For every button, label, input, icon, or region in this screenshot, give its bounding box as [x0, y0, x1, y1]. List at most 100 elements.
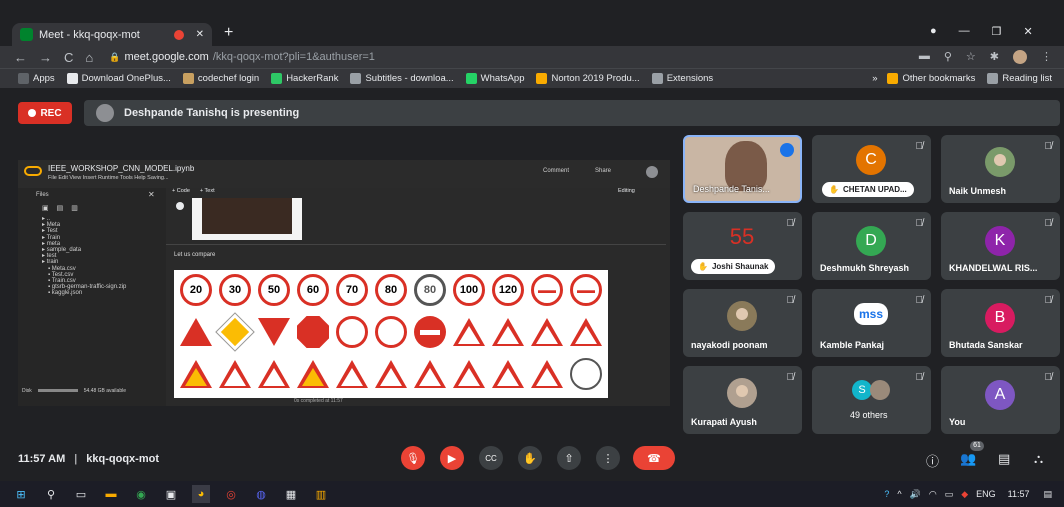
more-bookmarks-icon[interactable]: » [872, 73, 877, 84]
forward-icon[interactable]: → [39, 50, 52, 65]
bookmark-item[interactable]: Norton 2019 Produ... [536, 73, 640, 84]
meeting-time: 11:57 AM [18, 453, 66, 465]
present-button[interactable]: ⇧ [557, 446, 581, 470]
volume-icon[interactable]: 🔊 [910, 489, 921, 500]
speed-limit-sign: 80 [375, 274, 407, 306]
people-icon[interactable]: 👥 [960, 451, 976, 467]
menu-icon[interactable]: ⋮ [1041, 50, 1052, 64]
bookmark-label: Download OnePlus... [81, 73, 171, 84]
bookmarks-bar: Apps Download OnePlus... codechef login Hac… [0, 68, 1064, 88]
other-bookmarks[interactable]: Other bookmarks [887, 73, 975, 84]
notebook-menu: File Edit View Insert Runtime Tools Help… [48, 175, 169, 181]
restore-icon[interactable]: ❐ [992, 25, 1002, 38]
participant-name: You [949, 417, 966, 427]
media-player-icon[interactable]: ◎ [222, 485, 240, 503]
battery-icon[interactable]: ▭ [945, 489, 954, 500]
home-icon[interactable]: ⌂ [85, 50, 93, 65]
profile-dot-icon[interactable]: ● [930, 25, 937, 38]
bookmark-item[interactable]: Extensions [651, 73, 713, 84]
others-photo-avatar [870, 380, 890, 400]
camera-icon[interactable]: ▬ [919, 50, 930, 64]
participant-tile[interactable]: 🎙̸ mss Kamble Pankaj [812, 289, 931, 357]
discord-icon[interactable]: ◍ [252, 485, 270, 503]
markdown-text: Let us compare [174, 252, 216, 258]
participant-avatar: C [856, 145, 886, 175]
leave-call-button[interactable]: ☎ [633, 446, 675, 470]
close-tab-icon[interactable]: ✕ [196, 29, 204, 40]
participant-tile[interactable]: 🎙̸ D Deshmukh Shreyash [812, 212, 931, 280]
output-image [202, 198, 292, 234]
star-icon[interactable]: ☆ [966, 50, 976, 64]
bookmark-item[interactable]: HackerRank [271, 73, 338, 84]
chat-icon[interactable]: ▤ [998, 451, 1010, 467]
tray-expand-icon[interactable]: ^ [897, 489, 901, 499]
file-name: gtsrb-german-traffic-sign.zip [51, 284, 127, 291]
participant-tile[interactable]: 🎙̸ S 49 others [812, 366, 931, 434]
language-indicator[interactable]: ENG [976, 489, 996, 499]
participant-tile[interactable]: 🎙̸ C ✋ CHETAN UPAD... [812, 135, 931, 203]
activities-icon[interactable]: ⛬ [1034, 451, 1043, 467]
participant-logo: mss [854, 303, 888, 325]
no-trucks-sign [375, 316, 407, 348]
profile-avatar[interactable] [1013, 50, 1027, 64]
new-tab-button[interactable]: + [224, 24, 233, 42]
chrome-icon[interactable]: ◕ [192, 485, 210, 503]
store-icon[interactable]: ▣ [162, 485, 180, 503]
edge-icon[interactable]: ◉ [132, 485, 150, 503]
participant-name: 49 others [850, 410, 888, 420]
reading-list-icon [987, 73, 999, 84]
speed-limit-sign: ▬▬ [531, 274, 563, 306]
address-bar[interactable]: 🔒 meet.google.com/kkq-qoqx-mot?pli=1&aut… [109, 51, 375, 63]
participant-tile[interactable]: 🎙̸ B Bhutada Sanskar [941, 289, 1060, 357]
more-options-button[interactable]: ⋮ [596, 446, 620, 470]
info-icon[interactable]: ⓘ [926, 451, 939, 470]
participant-tile[interactable]: 🎙̸ Kurapati Ayush [683, 366, 802, 434]
file-name: meta [46, 240, 61, 247]
warning-sign [219, 358, 251, 390]
warning-sign [570, 316, 602, 348]
bookmark-item[interactable]: Apps [18, 73, 55, 84]
task-view-icon[interactable]: ▭ [72, 485, 90, 503]
camera-off-button[interactable]: ▶ [440, 446, 464, 470]
app-icon[interactable]: ▦ [282, 485, 300, 503]
bookmark-item[interactable]: codechef login [182, 73, 259, 84]
participant-tile[interactable]: Deshpande Tanis... [683, 135, 802, 203]
muted-mic-icon: 🎙̸ [1044, 141, 1053, 152]
cell-toolbar: + Code + Text [172, 188, 215, 194]
participant-tile[interactable]: 🎙̸ 55 ✋ Joshi Shaunak [683, 212, 802, 280]
browser-tab-meet[interactable]: Meet - kkq-qoqx-mot ✕ [12, 23, 212, 46]
speed-limit-sign: 50 [258, 274, 290, 306]
tray-app-icon[interactable]: ◆ [961, 489, 968, 500]
participant-tile[interactable]: 🎙̸ K KHANDELWAL RIS... [941, 212, 1060, 280]
mic-off-button[interactable]: 🎙 [401, 446, 425, 470]
participant-tile[interactable]: 🎙̸ nayakodi poonam [683, 289, 802, 357]
back-icon[interactable]: ← [14, 50, 27, 65]
notifications-icon[interactable]: ▤ [1043, 489, 1052, 500]
search-icon[interactable]: ⚲ [42, 485, 60, 503]
windows-start-icon[interactable]: ⊞ [12, 485, 30, 503]
taskbar-clock[interactable]: 11:57 [1008, 489, 1030, 499]
notes-icon[interactable]: ▥ [312, 485, 330, 503]
no-vehicles-sign [336, 316, 368, 348]
reload-icon[interactable]: C [64, 50, 73, 65]
bookmark-item[interactable]: Subtitles - downloa... [350, 73, 454, 84]
reading-list[interactable]: Reading list [987, 73, 1052, 84]
files-panel: Files ✕ ▣ ▤ ▥ ▸ .. ▸ Meta ▸ Test ▸ Train ▸ met… [18, 188, 166, 406]
zoom-icon[interactable]: ⚲ [944, 50, 952, 64]
network-icon[interactable]: ◠ [929, 489, 937, 500]
file-explorer-icon[interactable]: ▬ [102, 485, 120, 503]
participant-tile[interactable]: 🎙̸ A You [941, 366, 1060, 434]
close-window-icon[interactable]: ✕ [1024, 25, 1033, 38]
participant-tile[interactable]: 🎙̸ Naik Unmesh [941, 135, 1060, 203]
bookmark-item[interactable]: WhatsApp [465, 73, 524, 84]
hand-icon: ✋ [523, 452, 537, 465]
upload-icon: ▣ [42, 205, 49, 212]
minimize-icon[interactable]: — [959, 25, 970, 38]
captions-button[interactable]: CC [479, 446, 503, 470]
folder-icon [887, 73, 899, 84]
help-icon[interactable]: ? [884, 489, 889, 499]
extensions-icon[interactable]: ✱ [990, 50, 999, 64]
warning-sign [531, 358, 563, 390]
bookmark-item[interactable]: Download OnePlus... [66, 73, 171, 84]
raise-hand-button[interactable]: ✋ [518, 446, 542, 470]
